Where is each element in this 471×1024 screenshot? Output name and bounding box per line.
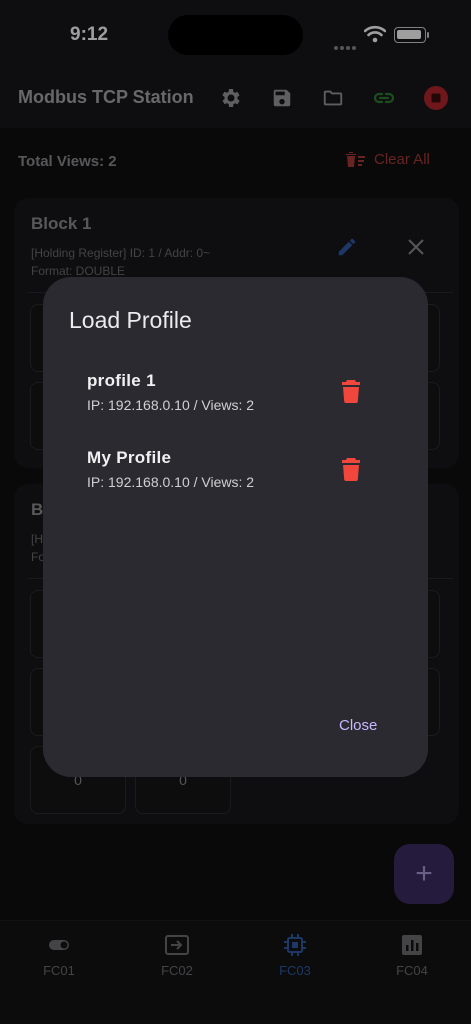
close-button[interactable]: Close	[339, 717, 377, 734]
delete-icon[interactable]	[341, 457, 361, 481]
dialog-title: Load Profile	[69, 307, 192, 333]
delete-icon[interactable]	[341, 379, 361, 403]
load-profile-dialog: Load Profile profile 1 IP: 192.168.0.10 …	[43, 277, 428, 777]
